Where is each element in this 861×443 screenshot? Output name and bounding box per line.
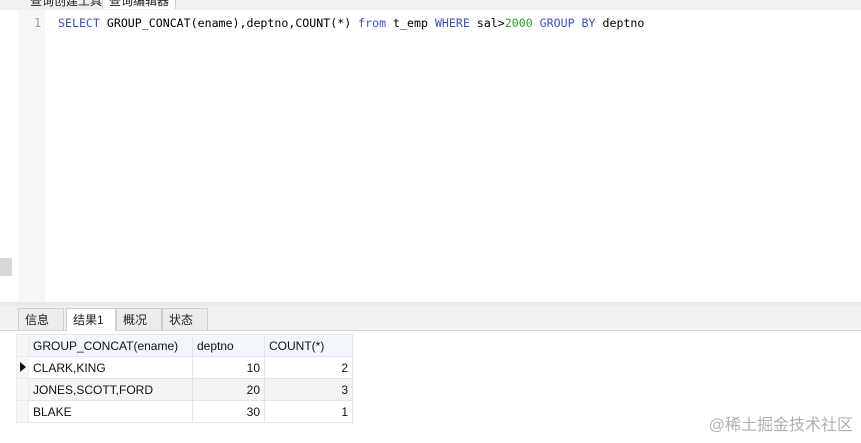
cell-deptno[interactable]: 30 [192,400,265,423]
table-row[interactable]: CLARK,KING 10 2 [16,356,353,379]
result-tab-bar: 信息 结果1 概况 状态 [0,306,861,331]
sql-editor[interactable]: 1 SELECT GROUP_CONCAT(ename),deptno,COUN… [18,10,861,302]
collapse-handle[interactable] [0,258,12,276]
tab-query-builder[interactable]: 查询创建工具 [24,0,108,9]
column-header-deptno[interactable]: deptno [192,334,265,357]
line-number: 1 [34,16,42,30]
watermark: @稀土掘金技术社区 [708,417,853,434]
cell-count[interactable]: 3 [264,378,353,401]
table-row[interactable]: BLAKE 30 1 [16,400,353,423]
column-header-count[interactable]: COUNT(*) [264,334,353,357]
cell-deptno[interactable]: 10 [192,356,265,379]
column-header-group-concat[interactable]: GROUP_CONCAT(ename) [28,334,193,357]
sql-token-kw: WHERE [434,16,470,30]
row-indicator [16,378,29,401]
grid-header-row: GROUP_CONCAT(ename) deptno COUNT(*) [16,334,353,357]
sql-token-kw: SELECT [58,16,100,30]
sql-token-plain: sal> [469,16,505,30]
line-gutter [18,10,45,302]
sql-token-kw: from [358,16,387,30]
row-indicator-header [16,334,29,357]
result-grid: GROUP_CONCAT(ename) deptno COUNT(*) CLAR… [16,334,353,423]
tab-query-editor[interactable]: 查询编辑器 [102,0,177,9]
row-indicator [16,400,29,423]
row-indicator [16,356,29,379]
sql-token-plain: GROUP_CONCAT(ename),deptno,COUNT(*) [99,16,359,30]
sql-token-plain [533,16,540,30]
table-row[interactable]: JONES,SCOTT,FORD 20 3 [16,378,353,401]
cell-group-concat[interactable]: JONES,SCOTT,FORD [28,378,193,401]
cell-count[interactable]: 1 [264,400,353,423]
cell-group-concat[interactable]: BLAKE [28,400,193,423]
current-row-arrow-icon [20,361,26,372]
cell-count[interactable]: 2 [264,356,353,379]
sql-token-num: 2000 [504,16,533,30]
cell-deptno[interactable]: 20 [192,378,265,401]
left-panel-edge [0,10,18,302]
sql-token-plain: deptno [595,16,645,30]
tab-info[interactable]: 信息 [18,308,64,330]
tab-overview[interactable]: 概况 [116,308,162,330]
sql-token-plain: t_emp [386,16,435,30]
tab-status[interactable]: 状态 [162,308,208,330]
sql-token-kw: GROUP BY [539,16,596,30]
cell-group-concat[interactable]: CLARK,KING [28,356,193,379]
tab-result1[interactable]: 结果1 [66,308,116,331]
sql-code-line[interactable]: SELECT GROUP_CONCAT(ename),deptno,COUNT(… [58,16,644,30]
